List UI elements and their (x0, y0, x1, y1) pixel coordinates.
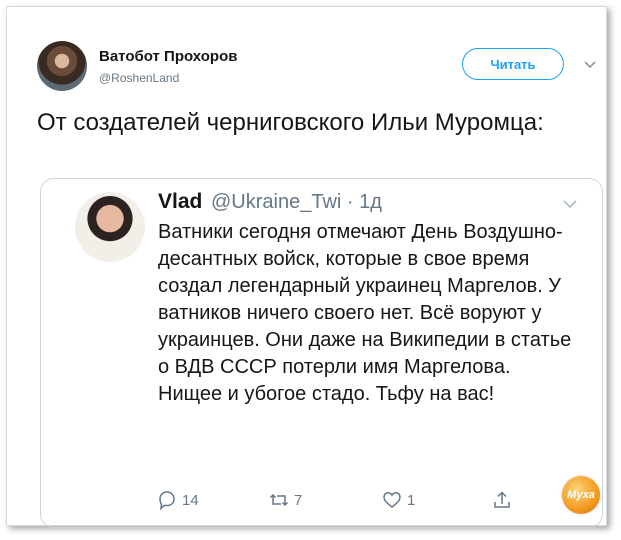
like-button[interactable]: 1 (381, 489, 415, 511)
quoted-tweet[interactable]: Vlad @Ukraine_Twi · 1д Ватники сегодня о… (40, 178, 603, 528)
follow-button[interactable]: Читать (462, 48, 564, 80)
author-avatar[interactable] (37, 41, 87, 91)
author-name[interactable]: Ватобот Прохоров (99, 48, 237, 65)
retweet-icon (269, 493, 289, 507)
quoted-author-name[interactable]: Vlad (158, 190, 202, 214)
quoted-handle-time[interactable]: @Ukraine_Twi · 1д (211, 191, 382, 214)
like-count: 1 (407, 491, 416, 509)
chevron-down-icon[interactable] (562, 195, 578, 211)
share-icon (494, 491, 510, 508)
reply-button[interactable]: 14 (156, 489, 199, 511)
chevron-down-icon[interactable] (583, 57, 597, 71)
share-button[interactable] (491, 489, 517, 511)
tweet-text: От создателей черниговского Ильи Муромца… (37, 109, 544, 136)
retweet-button[interactable]: 7 (268, 489, 302, 511)
retweet-count: 7 (294, 491, 303, 509)
tweet-card: Ватобот Прохоров @RoshenLand Читать От с… (6, 6, 607, 528)
reply-icon (159, 491, 175, 511)
like-icon (383, 492, 401, 508)
reply-count: 14 (182, 491, 199, 509)
quoted-avatar[interactable] (75, 192, 145, 262)
tweet-actions: 14 7 1 (41, 489, 602, 513)
watermark-logo: Муха (562, 476, 600, 514)
author-handle[interactable]: @RoshenLand (99, 71, 179, 85)
quoted-tweet-text: Ватники сегодня отмечают День Воздушно-д… (158, 221, 572, 405)
